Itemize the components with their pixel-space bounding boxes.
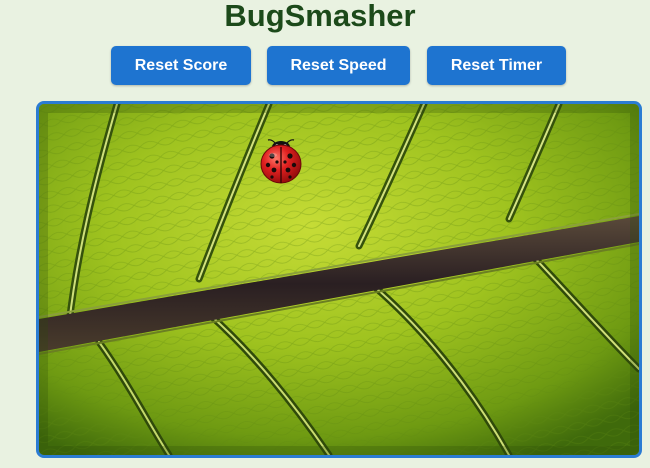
reset-score-button[interactable]: Reset Score bbox=[111, 46, 251, 85]
leaf-background-image bbox=[39, 104, 639, 455]
page-title: BugSmasher bbox=[224, 0, 416, 33]
reset-timer-button[interactable]: Reset Timer bbox=[427, 46, 566, 85]
game-canvas[interactable] bbox=[36, 101, 642, 458]
ladybug-icon[interactable] bbox=[258, 137, 304, 185]
reset-speed-button[interactable]: Reset Speed bbox=[267, 46, 410, 85]
